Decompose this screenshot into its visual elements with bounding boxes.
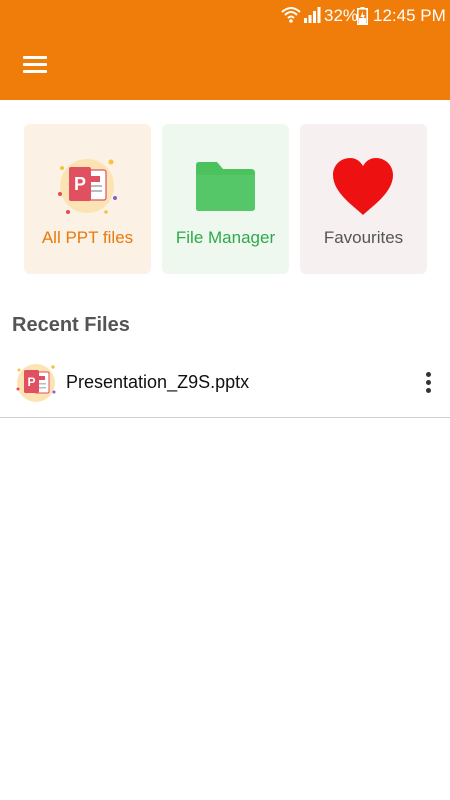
status-time: 12:45 PM	[373, 6, 446, 25]
more-vertical-icon[interactable]	[416, 368, 442, 398]
file-name: Presentation_Z9S.pptx	[66, 372, 250, 392]
file-manager-label: File Manager	[175, 228, 276, 247]
signal-icon	[304, 7, 321, 23]
battery-percent: 32%	[324, 6, 359, 25]
favourites-label: Favourites	[323, 228, 404, 247]
ppt-file-icon: P	[58, 159, 117, 214]
all-ppt-files-label: All PPT files	[41, 228, 134, 247]
hamburger-menu-icon[interactable]	[18, 50, 52, 80]
ppt-file-icon: P	[16, 364, 56, 402]
wifi-icon	[281, 7, 301, 23]
status-bar: 32% 12:45 PM	[0, 0, 450, 32]
folder-icon	[196, 162, 255, 211]
file-manager-card[interactable]: File Manager	[162, 124, 289, 274]
all-ppt-files-card[interactable]: P All PPT files	[24, 124, 151, 274]
svg-text:P: P	[27, 375, 35, 389]
app-bar: 32% 12:45 PM	[0, 0, 450, 100]
svg-text:P: P	[74, 174, 86, 194]
list-item[interactable]: P Presentation_Z9S.pptx	[0, 356, 450, 418]
battery-charging-icon	[357, 7, 368, 25]
recent-files-title: Recent Files	[12, 314, 130, 336]
favourites-card[interactable]: Favourites	[300, 124, 427, 274]
heart-icon	[333, 158, 393, 215]
